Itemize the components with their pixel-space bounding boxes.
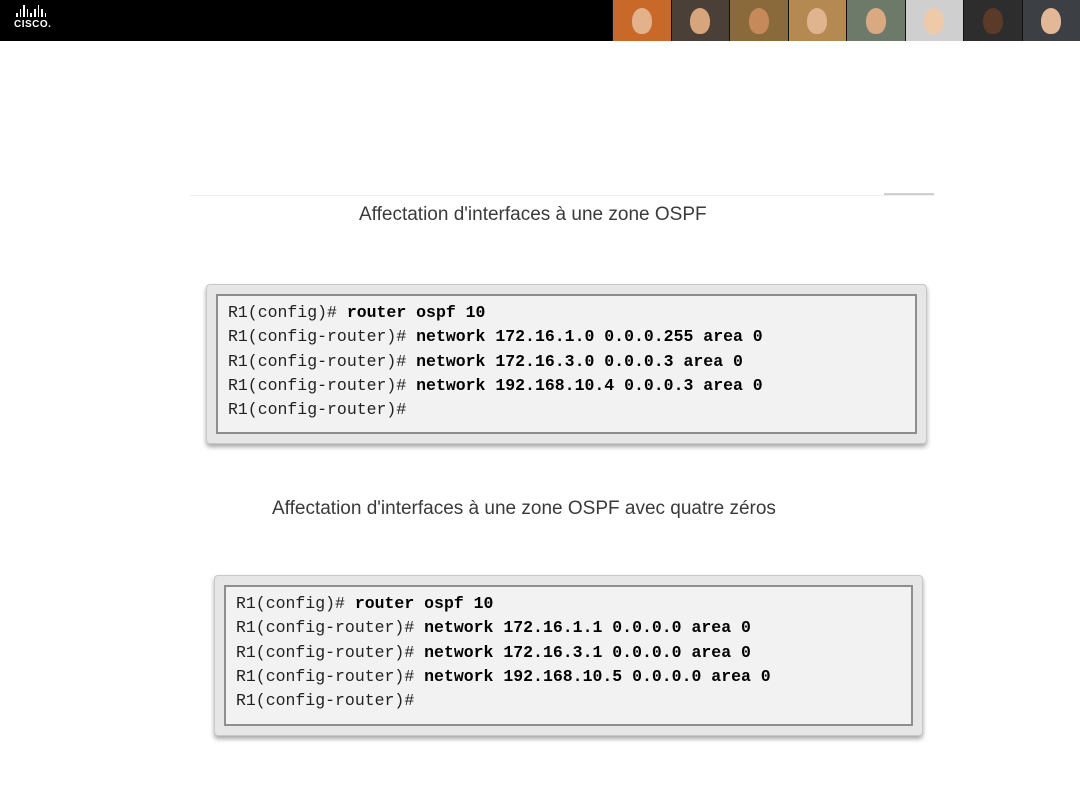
header-photo xyxy=(729,0,788,41)
section-title-ospf-area: Affectation d'interfaces à une zone OSPF xyxy=(359,204,707,225)
person-face-icon xyxy=(690,8,711,34)
cli-line: R1(config-router)# network 172.16.3.0 0.… xyxy=(228,350,763,374)
header-photo xyxy=(846,0,905,41)
cli-line: R1(config-router)# xyxy=(236,689,771,713)
divider-mark xyxy=(884,193,934,195)
header-photo xyxy=(612,0,671,41)
cli-prompt: R1(config)# xyxy=(228,303,347,322)
cli-line: R1(config-router)# network 192.168.10.4 … xyxy=(228,374,763,398)
person-face-icon xyxy=(865,8,886,34)
cli-box-ospf-area: R1(config)# router ospf 10 R1(config-rout… xyxy=(206,284,927,444)
header-photo xyxy=(1021,0,1080,41)
person-face-icon xyxy=(631,8,652,34)
cli-command: network 172.16.1.0 0.0.0.255 area 0 xyxy=(416,327,763,347)
divider-line xyxy=(190,195,935,196)
cli-box-quad-zero: R1(config)# router ospf 10 R1(config-rout… xyxy=(214,575,923,736)
header-photo xyxy=(787,0,846,41)
header-photo xyxy=(963,0,1022,41)
cli-lines: R1(config)# router ospf 10 R1(config-rout… xyxy=(236,592,771,713)
cli-prompt: R1(config-router)# xyxy=(228,351,417,371)
cli-command: network 172.16.3.0 0.0.0.3 area 0 xyxy=(416,351,743,371)
cli-prompt: R1(config-router)# xyxy=(228,400,407,420)
person-face-icon xyxy=(924,8,945,34)
cli-line: R1(config-router)# xyxy=(228,398,763,422)
header-photo-strip xyxy=(612,0,1080,41)
cli-prompt: R1(config-router)# xyxy=(228,375,417,395)
cli-command: router ospf 10 xyxy=(354,594,494,613)
cli-prompt: R1(config-router)# xyxy=(236,691,415,711)
cli-line: R1(config-router)# network 172.16.1.0 0.… xyxy=(228,325,763,349)
person-face-icon xyxy=(807,8,828,34)
cli-line: R1(config)# router ospf 10 xyxy=(236,592,771,616)
cli-line: R1(config)# router ospf 10 xyxy=(228,301,763,325)
cli-command: router ospf 10 xyxy=(346,303,486,322)
header-photo xyxy=(670,0,729,41)
cli-line: R1(config-router)# network 192.168.10.5 … xyxy=(236,665,771,689)
cli-line: R1(config-router)# network 172.16.1.1 0.… xyxy=(236,616,771,640)
cli-prompt: R1(config-router)# xyxy=(236,666,425,686)
cli-command: network 192.168.10.5 0.0.0.0 area 0 xyxy=(424,666,771,686)
header-bar: CISCO. xyxy=(0,0,1080,41)
cli-lines: R1(config)# router ospf 10 R1(config-rout… xyxy=(228,301,763,422)
cli-command: network 172.16.1.1 0.0.0.0 area 0 xyxy=(424,618,751,638)
section-title-quad-zero: Affectation d'interfaces à une zone OSPF… xyxy=(272,498,776,519)
cli-prompt: R1(config-router)# xyxy=(236,642,425,662)
header-photo xyxy=(904,0,963,41)
cli-screen: R1(config)# router ospf 10 R1(config-rout… xyxy=(224,585,913,726)
cli-prompt: R1(config)# xyxy=(236,594,355,613)
cli-command: network 192.168.10.4 0.0.0.3 area 0 xyxy=(416,375,763,395)
cisco-logo-text: CISCO. xyxy=(14,19,52,30)
cli-prompt: R1(config-router)# xyxy=(236,618,425,638)
cli-screen: R1(config)# router ospf 10 R1(config-rout… xyxy=(216,294,917,434)
cli-command: network 172.16.3.1 0.0.0.0 area 0 xyxy=(424,642,751,662)
cli-prompt: R1(config-router)# xyxy=(228,327,417,347)
person-face-icon xyxy=(748,8,769,34)
person-face-icon xyxy=(1041,8,1062,34)
cli-line: R1(config-router)# network 172.16.3.1 0.… xyxy=(236,641,771,665)
cisco-logo: CISCO. xyxy=(14,5,74,35)
cisco-bars-icon xyxy=(16,5,74,17)
person-face-icon xyxy=(982,8,1003,34)
